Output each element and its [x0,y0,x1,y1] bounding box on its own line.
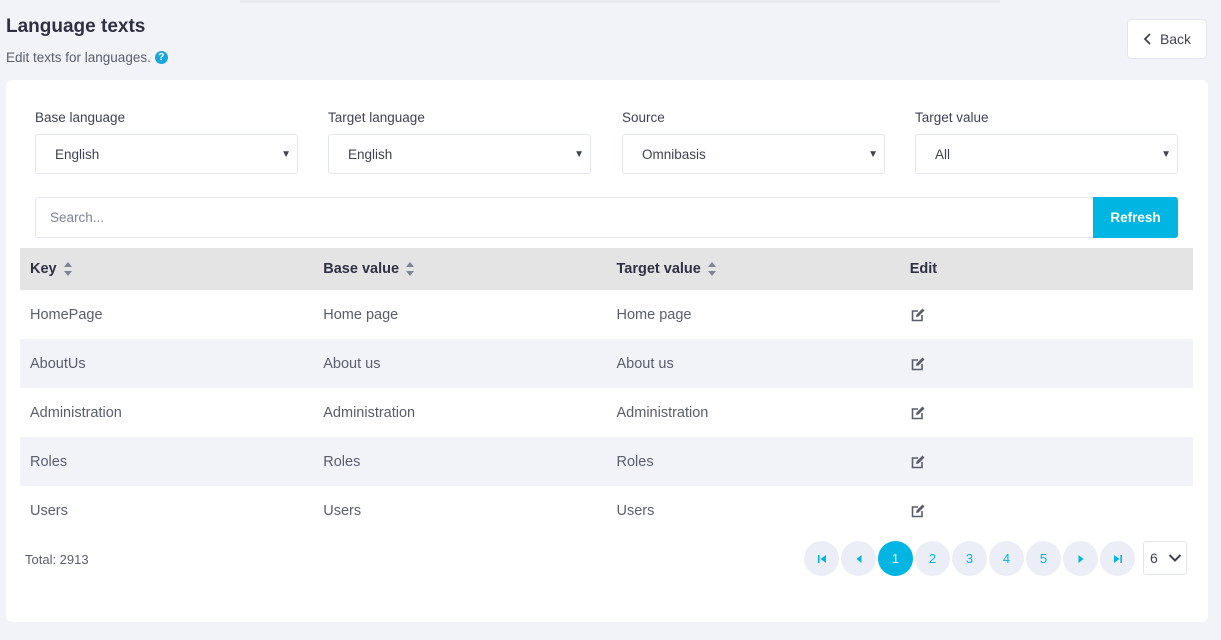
table-row: Administration Administration Administra… [20,388,1193,437]
filter-source: Source Omnibasis ▼ [622,110,885,174]
prev-page-button[interactable] [841,541,876,576]
sort-icon[interactable] [707,261,717,277]
column-key[interactable]: Key [20,248,313,290]
filter-label: Source [622,110,665,125]
cell-base-value: Administration [323,404,416,421]
column-label: Base value [323,260,400,277]
column-label: Edit [909,261,938,277]
help-icon[interactable]: ? [154,51,168,64]
page-title: Language texts [6,16,146,37]
last-page-button[interactable] [1100,541,1135,576]
cell-target-value: About us [616,355,674,372]
source-select[interactable]: Omnibasis ▼ [622,134,885,174]
table-row: AboutUs About us About us [20,339,1193,388]
filter-label: Target language [328,110,425,125]
sort-icon[interactable] [63,261,73,277]
page-button-1[interactable]: 1 [878,541,913,576]
column-edit: Edit [900,248,1193,290]
top-divider [240,0,1000,3]
cell-edit [900,437,1193,486]
edit-icon[interactable] [910,503,926,519]
cell-edit [900,290,1193,339]
page-size-select[interactable]: 6 [1143,541,1187,575]
column-label: Key [30,260,57,277]
caret-down-icon: ▼ [574,148,584,160]
caret-down-icon: ▼ [1161,148,1171,160]
column-target-value[interactable]: Target value [607,248,900,290]
main-card: Base language English ▼ Target language … [6,80,1208,622]
total-count: Total: 2913 [25,552,89,567]
cell-key: Users [30,502,68,519]
edit-icon[interactable] [910,307,926,323]
refresh-button[interactable]: Refresh [1093,197,1178,238]
next-page-button[interactable] [1063,541,1098,576]
cell-edit [900,486,1193,535]
cell-edit [900,388,1193,437]
cell-edit [900,339,1193,388]
caret-down-icon: ▼ [868,148,878,160]
next-page-icon [1078,554,1083,563]
cell-target-value: Users [616,502,655,519]
cell-base-value: Home page [323,306,399,323]
target-value-select[interactable]: All ▼ [915,134,1178,174]
cell-key: HomePage [30,306,103,323]
search-input[interactable] [35,197,1093,238]
cell-target-value: Home page [616,306,692,323]
edit-icon[interactable] [910,356,926,372]
page-button-5[interactable]: 5 [1026,541,1061,576]
cell-base-value: Roles [323,453,361,470]
cell-key: AboutUs [30,355,86,372]
back-button-label: Back [1159,31,1192,47]
filter-target-language: Target language English ▼ [328,110,591,174]
language-texts-table: Key Base value Target value Edit HomePag… [20,248,1193,535]
select-value: English [348,146,393,162]
edit-icon[interactable] [910,454,926,470]
target-language-select[interactable]: English ▼ [328,134,591,174]
column-base-value[interactable]: Base value [313,248,606,290]
filter-base-language: Base language English ▼ [35,110,298,174]
cell-target-value: Administration [616,404,709,421]
base-language-select[interactable]: English ▼ [35,134,298,174]
table-header-row: Key Base value Target value Edit [20,248,1193,290]
caret-down-icon: ▼ [281,148,291,160]
filter-label: Target value [915,110,989,125]
first-page-button[interactable] [804,541,839,576]
page-button-4[interactable]: 4 [989,541,1024,576]
sort-icon[interactable] [405,261,415,277]
table-row: HomePage Home page Home page [20,290,1193,339]
cell-base-value: About us [323,355,381,372]
page-size-value: 6 [1150,550,1158,566]
table-row: Users Users Users [20,486,1193,535]
page-button-3[interactable]: 3 [952,541,987,576]
search-bar: Refresh [35,197,1178,238]
subtitle-text: Edit texts for languages. [6,50,151,65]
page-button-2[interactable]: 2 [915,541,950,576]
select-value: Omnibasis [642,146,706,162]
back-button[interactable]: Back [1127,19,1207,59]
pagination: 1 2 3 4 5 [804,541,1135,576]
first-page-icon [817,554,826,563]
filter-label: Base language [35,110,126,125]
chevron-down-icon [1168,554,1182,562]
edit-icon[interactable] [910,405,926,421]
column-label: Target value [616,260,701,277]
select-value: English [55,146,100,162]
cell-target-value: Roles [616,453,654,470]
page-subtitle: Edit texts for languages. ? [6,50,168,65]
table-row: Roles Roles Roles [20,437,1193,486]
filter-target-value: Target value All ▼ [915,110,1178,174]
cell-key: Roles [30,453,68,470]
select-value: All [935,146,951,162]
cell-key: Administration [30,404,122,421]
chevron-left-icon [1143,33,1151,45]
prev-page-icon [856,554,861,563]
cell-base-value: Users [323,502,362,519]
last-page-icon [1113,554,1122,563]
